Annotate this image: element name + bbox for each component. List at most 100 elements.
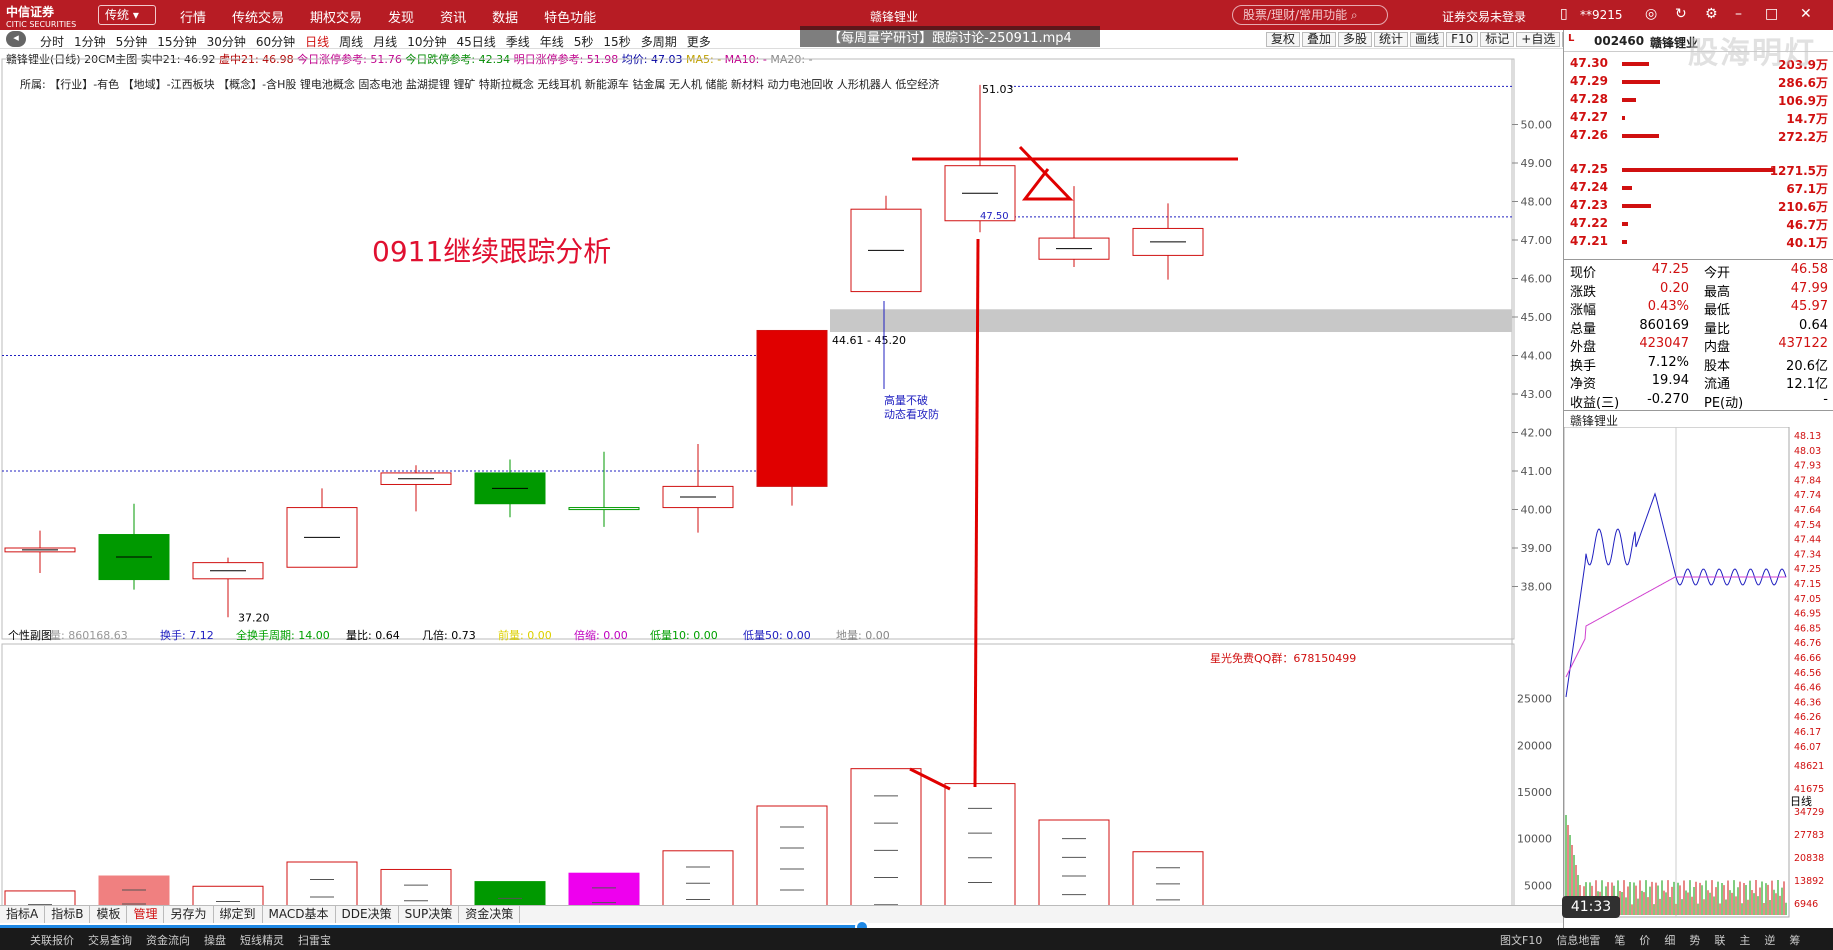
period-tab-16[interactable]: 更多 [687,33,711,50]
indicator-tab-7[interactable]: DDE决策 [336,906,399,923]
toolbar-button-1[interactable]: 叠加 [1302,32,1337,47]
period-tab-12[interactable]: 年线 [540,33,564,50]
indicator-tab-8[interactable]: SUP决策 [399,906,460,923]
candle[interactable] [286,488,358,568]
menu-item-news[interactable]: 资讯 [440,7,466,26]
indicator-tab-5[interactable]: 绑定到 [214,906,263,923]
orderbook-row[interactable]: 47.25 1271.5万 [1570,162,1828,178]
status-right-8[interactable]: 逆 [1764,932,1775,948]
minute-chart[interactable]: 48.13 48.03 47.93 47.84 47.74 47.64 47.54 47.44… [1564,427,1833,927]
menu-item-discover[interactable]: 发现 [388,7,414,26]
toolbar-button-0[interactable]: 复权 [1266,32,1301,47]
mode-dropdown[interactable]: 传统 ▾ [98,5,156,25]
period-tab-13[interactable]: 5秒 [574,33,594,50]
status-right-3[interactable]: 价 [1639,932,1650,948]
headset-icon[interactable]: ◎ [1645,6,1657,22]
period-tab-15[interactable]: 多周期 [641,33,677,50]
indicator-tab-0[interactable]: 指标A [0,906,46,923]
indicator-tab-6[interactable]: MACD基本 [263,906,336,923]
period-tab-3[interactable]: 15分钟 [157,33,196,50]
indicator-tab-9[interactable]: 资金决策 [459,906,521,923]
menu-item-trade[interactable]: 传统交易 [232,7,284,26]
phone-icon[interactable]: ▯ [1560,6,1568,22]
orderbook-row[interactable]: 47.22 46.7万 [1570,216,1828,232]
status-right-2[interactable]: 笔 [1614,932,1625,948]
candle[interactable] [662,444,734,533]
close-icon[interactable]: ✕ [1800,6,1812,22]
indicator-tab-3[interactable]: 管理 [127,906,165,923]
account-id[interactable]: **9215 [1580,8,1623,22]
indicator-tab-2[interactable]: 模板 [90,906,128,923]
status-item-3[interactable]: 操盘 [204,932,226,948]
orderbook-row[interactable]: 47.21 40.1万 [1570,234,1828,250]
status-right-6[interactable]: 联 [1714,932,1725,948]
toolbar-button-7[interactable]: +自选 [1516,32,1561,47]
orderbook-row[interactable]: 47.29 286.6万 [1570,74,1828,90]
candle[interactable] [568,451,640,527]
menu-item-features[interactable]: 特色功能 [544,7,596,26]
toolbar-button-5[interactable]: F10 [1446,32,1479,47]
period-tab-4[interactable]: 30分钟 [207,33,246,50]
volume-bar[interactable] [944,783,1016,914]
candle[interactable] [98,503,170,590]
toolbar-button-4[interactable]: 画线 [1410,32,1445,47]
price-tick-label: 42.00 [1521,427,1553,440]
orderbook-row[interactable]: 47.28 106.9万 [1570,92,1828,108]
status-right-4[interactable]: 细 [1664,932,1675,948]
toolbar-button-2[interactable]: 多股 [1338,32,1373,47]
orderbook-row[interactable]: 47.27 14.7万 [1570,110,1828,126]
candle[interactable] [850,195,922,293]
period-tab-8[interactable]: 月线 [373,33,397,50]
toolbar-button-6[interactable]: 标记 [1480,32,1515,47]
indicator-tab-4[interactable]: 另存为 [164,906,214,923]
settings-icon[interactable]: ⚙ [1705,6,1718,22]
orderbook-row[interactable]: 47.26 272.2万 [1570,128,1828,144]
period-tab-9[interactable]: 10分钟 [407,33,446,50]
period-tab-0[interactable]: 分时 [40,33,64,50]
refresh-icon[interactable]: ↻ [1675,6,1687,22]
volume-bar[interactable] [850,768,922,914]
candle[interactable] [474,459,546,518]
period-tab-11[interactable]: 季线 [506,33,530,50]
status-right-9[interactable]: 筹 [1789,932,1800,948]
candle[interactable] [1132,203,1204,280]
volume-bar[interactable] [756,805,828,914]
status-item-5[interactable]: 扫雷宝 [298,932,331,948]
candle[interactable] [192,557,264,618]
back-circle-icon[interactable]: ◂ [6,31,26,47]
minimize-icon[interactable]: – [1735,6,1742,22]
status-right-1[interactable]: 信息地雷 [1556,932,1600,948]
menu-item-quotes[interactable]: 行情 [180,7,206,26]
period-tab-10[interactable]: 45日线 [456,33,495,50]
menu-item-options[interactable]: 期权交易 [310,7,362,26]
status-right-5[interactable]: 势 [1689,932,1700,948]
status-right-0[interactable]: 图文F10 [1500,932,1542,948]
candle[interactable] [380,465,452,512]
toolbar-button-3[interactable]: 统计 [1374,32,1409,47]
status-item-2[interactable]: 资金流向 [146,932,190,948]
period-tab-6[interactable]: 日线 [305,33,329,50]
status-item-4[interactable]: 短线精灵 [240,932,284,948]
candle[interactable] [756,329,828,506]
orderbook-row[interactable]: 47.23 210.6万 [1570,198,1828,214]
period-tab-14[interactable]: 15秒 [603,33,630,50]
status-item-0[interactable]: 关联报价 [30,932,74,948]
volume-bar[interactable] [1038,819,1110,914]
period-tab-7[interactable]: 周线 [339,33,363,50]
maximize-icon[interactable]: □ [1765,6,1778,22]
status-right-7[interactable]: 主 [1739,932,1750,948]
menu-item-data[interactable]: 数据 [492,7,518,26]
orderbook-row[interactable]: 47.24 67.1万 [1570,180,1828,196]
period-tab-5[interactable]: 60分钟 [256,33,295,50]
status-item-1[interactable]: 交易查询 [88,932,132,948]
price-tick-label: 39.00 [1521,542,1553,555]
period-tab-1[interactable]: 1分钟 [74,33,106,50]
broker-logo[interactable]: 中信证券 CITIC SECURITIES [6,3,76,29]
search-input[interactable]: 股票/理财/常用功能 ⌕ [1232,5,1388,25]
login-status[interactable]: 证券交易未登录 [1442,8,1526,25]
candle[interactable] [4,530,76,574]
indicator-tab-1[interactable]: 指标B [45,906,91,923]
period-tab-2[interactable]: 5分钟 [116,33,148,50]
kline-chart[interactable]: 50.00 49.00 48.00 47.00 46.00 45.00 44.00 43.00… [0,49,1568,914]
minute-price-tick: 48.13 [1794,431,1821,442]
